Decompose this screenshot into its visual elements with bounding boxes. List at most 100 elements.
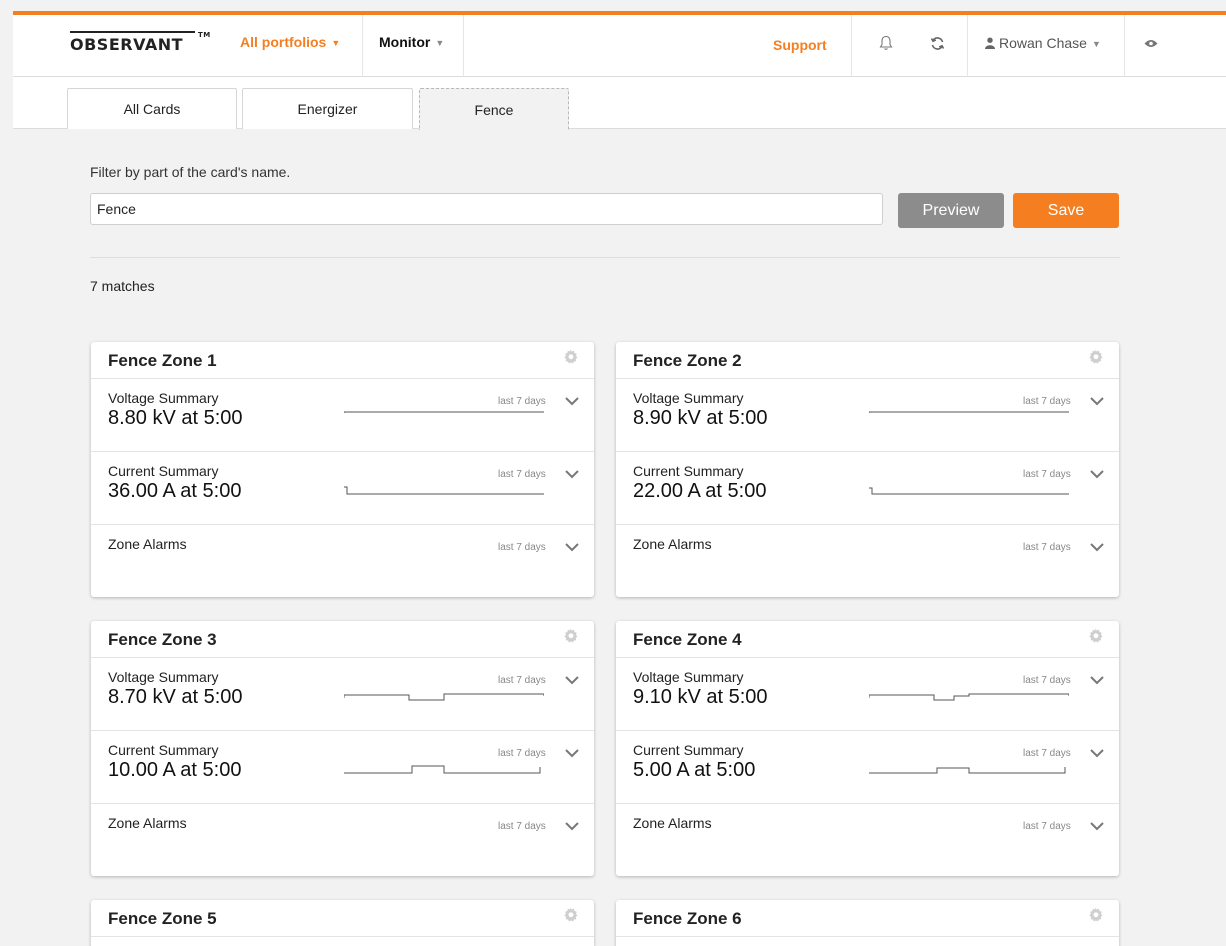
- caret-down-icon: ▼: [331, 38, 341, 48]
- match-count: 7 matches: [90, 278, 155, 294]
- card-header: Fence Zone 6: [616, 900, 1119, 937]
- chevron-down-icon[interactable]: [1090, 466, 1104, 484]
- date-range-label: last 7 days: [1023, 821, 1071, 832]
- card-title: Fence Zone 4: [633, 630, 742, 649]
- card-fence-zone-3: Fence Zone 3 Voltage Summary 8.70 kV at …: [91, 621, 594, 876]
- gear-icon[interactable]: [563, 628, 578, 648]
- row-label: Current Summary: [108, 742, 219, 758]
- row-label: Zone Alarms: [633, 536, 712, 552]
- chevron-down-icon[interactable]: [1090, 539, 1104, 557]
- chevron-down-icon[interactable]: [565, 745, 579, 763]
- current-summary-row[interactable]: Current Summary 22.00 A at 5:00 last 7 d…: [616, 452, 1119, 525]
- current-summary-row[interactable]: Current Summary 5.00 A at 5:00 last 7 da…: [616, 731, 1119, 804]
- bell-icon[interactable]: [874, 31, 898, 55]
- nav-divider: [967, 15, 968, 77]
- current-summary-row[interactable]: Current Summary 10.00 A at 5:00 last 7 d…: [91, 731, 594, 804]
- card-header: Fence Zone 3: [91, 621, 594, 658]
- voltage-summary-row[interactable]: Voltage Summary 8.70 kV at 5:00 last 7 d…: [91, 658, 594, 731]
- card-fence-zone-4: Fence Zone 4 Voltage Summary 9.10 kV at …: [616, 621, 1119, 876]
- row-value: 5.00 A at 5:00: [633, 759, 756, 781]
- zone-alarms-row[interactable]: Zone Alarms last 7 days: [616, 804, 1119, 876]
- monitor-dropdown[interactable]: Monitor ▼: [379, 34, 444, 50]
- chevron-down-icon[interactable]: [565, 818, 579, 836]
- gear-icon[interactable]: [1088, 628, 1103, 648]
- chevron-down-icon[interactable]: [1090, 818, 1104, 836]
- chevron-down-icon[interactable]: [565, 539, 579, 557]
- caret-down-icon: ▼: [1091, 39, 1101, 49]
- portfolios-dropdown[interactable]: All portfolios ▼: [240, 34, 340, 50]
- row-label: Current Summary: [108, 463, 219, 479]
- eye-icon[interactable]: [1139, 31, 1163, 55]
- chevron-down-icon[interactable]: [565, 672, 579, 690]
- logo-text: OBSERVANT: [70, 35, 184, 54]
- zone-alarms-row[interactable]: Zone Alarms last 7 days: [91, 525, 594, 597]
- zone-alarms-row[interactable]: Zone Alarms last 7 days: [616, 525, 1119, 597]
- support-link[interactable]: Support: [773, 37, 827, 53]
- top-navbar: OBSERVANT TM All portfolios ▼ Monitor ▼ Su…: [13, 11, 1226, 77]
- user-menu[interactable]: Rowan Chase ▼: [985, 35, 1101, 52]
- observant-logo[interactable]: OBSERVANT TM: [70, 31, 210, 54]
- zone-alarms-row[interactable]: Zone Alarms last 7 days: [91, 804, 594, 876]
- filter-label: Filter by part of the card's name.: [90, 164, 291, 180]
- card-header: Fence Zone 1: [91, 342, 594, 379]
- row-label: Voltage Summary: [633, 390, 744, 406]
- row-value: 8.80 kV at 5:00: [108, 407, 243, 429]
- card-fence-zone-1: Fence Zone 1 Voltage Summary 8.80 kV at …: [91, 342, 594, 597]
- card-fence-zone-5: Fence Zone 5: [91, 900, 594, 946]
- chevron-down-icon[interactable]: [565, 393, 579, 411]
- logo-trademark: TM: [198, 31, 211, 39]
- chevron-down-icon[interactable]: [1090, 393, 1104, 411]
- card-title: Fence Zone 5: [108, 909, 217, 928]
- voltage-summary-row[interactable]: Voltage Summary 9.10 kV at 5:00 last 7 d…: [616, 658, 1119, 731]
- date-range-label: last 7 days: [1023, 396, 1071, 407]
- refresh-icon[interactable]: [925, 31, 949, 55]
- tab-energizer[interactable]: Energizer: [242, 88, 413, 129]
- row-value: 8.70 kV at 5:00: [108, 686, 243, 708]
- nav-divider: [851, 15, 852, 77]
- date-range-label: last 7 days: [498, 396, 546, 407]
- card-title: Fence Zone 1: [108, 351, 217, 370]
- chevron-down-icon[interactable]: [1090, 745, 1104, 763]
- gear-icon[interactable]: [563, 907, 578, 927]
- row-label: Zone Alarms: [108, 536, 187, 552]
- row-label: Voltage Summary: [108, 669, 219, 685]
- tab-all-cards[interactable]: All Cards: [67, 88, 237, 129]
- tab-fence[interactable]: Fence: [419, 88, 569, 130]
- row-label: Current Summary: [633, 742, 744, 758]
- user-name: Rowan Chase: [999, 35, 1087, 51]
- chevron-down-icon[interactable]: [565, 466, 579, 484]
- row-label: Current Summary: [633, 463, 744, 479]
- gear-icon[interactable]: [1088, 907, 1103, 927]
- voltage-summary-row[interactable]: Voltage Summary 8.90 kV at 5:00 last 7 d…: [616, 379, 1119, 452]
- divider: [90, 257, 1120, 258]
- current-summary-row[interactable]: Current Summary 36.00 A at 5:00 last 7 d…: [91, 452, 594, 525]
- gear-icon[interactable]: [1088, 349, 1103, 369]
- date-range-label: last 7 days: [498, 675, 546, 686]
- nav-divider: [362, 15, 363, 77]
- date-range-label: last 7 days: [1023, 675, 1071, 686]
- card-title: Fence Zone 3: [108, 630, 217, 649]
- filter-input[interactable]: [90, 193, 883, 225]
- date-range-label: last 7 days: [1023, 542, 1071, 553]
- logo-overline: [70, 31, 195, 33]
- row-value: 8.90 kV at 5:00: [633, 407, 768, 429]
- card-header: Fence Zone 2: [616, 342, 1119, 379]
- row-value: 10.00 A at 5:00: [108, 759, 242, 781]
- row-label: Voltage Summary: [108, 390, 219, 406]
- row-label: Voltage Summary: [633, 669, 744, 685]
- card-fence-zone-2: Fence Zone 2 Voltage Summary 8.90 kV at …: [616, 342, 1119, 597]
- monitor-label: Monitor: [379, 34, 431, 50]
- row-label: Zone Alarms: [633, 815, 712, 831]
- chevron-down-icon[interactable]: [1090, 672, 1104, 690]
- card-title: Fence Zone 6: [633, 909, 742, 928]
- save-button[interactable]: Save: [1013, 193, 1119, 228]
- gear-icon[interactable]: [563, 349, 578, 369]
- date-range-label: last 7 days: [1023, 469, 1071, 480]
- user-icon: [985, 36, 995, 52]
- card-title: Fence Zone 2: [633, 351, 742, 370]
- caret-down-icon: ▼: [435, 38, 445, 48]
- row-value: 22.00 A at 5:00: [633, 480, 767, 502]
- voltage-summary-row[interactable]: Voltage Summary 8.80 kV at 5:00 last 7 d…: [91, 379, 594, 452]
- preview-button[interactable]: Preview: [898, 193, 1004, 228]
- date-range-label: last 7 days: [1023, 748, 1071, 759]
